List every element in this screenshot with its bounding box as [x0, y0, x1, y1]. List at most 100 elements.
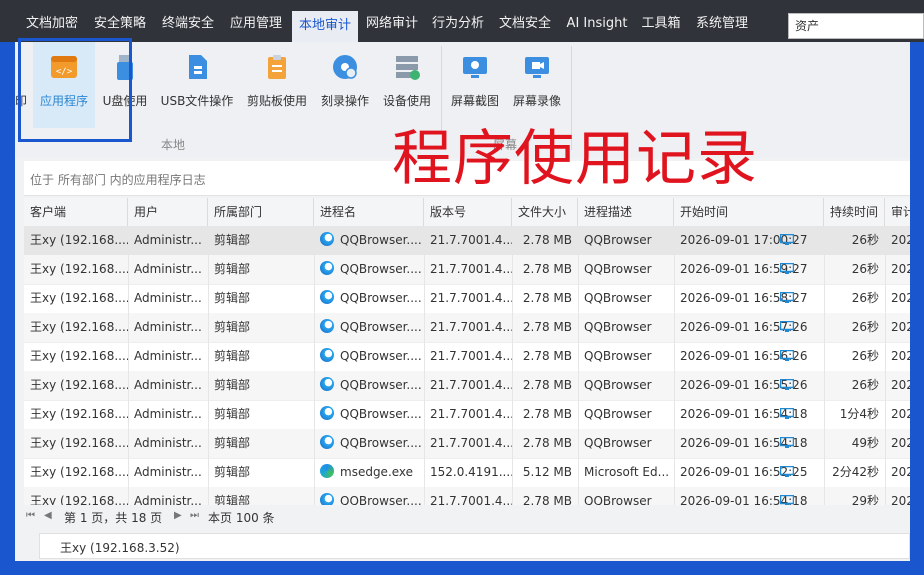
- cell-dur: 2分42秒: [832, 465, 879, 479]
- menu-doc-encrypt[interactable]: 文档加密: [20, 9, 84, 39]
- highlight-box: [18, 38, 132, 142]
- cell-size: 2.78 MB: [522, 291, 572, 305]
- col-divider: [824, 226, 825, 505]
- status-text: 王xy (192.168.3.52): [60, 541, 180, 555]
- cell-ver: 21.7.7001.4...: [430, 262, 512, 276]
- process-name: msedge.exe: [340, 465, 414, 479]
- cell-size: 5.12 MB: [522, 465, 572, 479]
- process-name: QQBrowser....: [340, 291, 422, 305]
- cell-desc: QQBrowser: [584, 349, 652, 363]
- table-row[interactable]: 王xy (192.168.... Administr... 剪辑部 QQBrowser…: [24, 313, 910, 343]
- cell-user: Administr...: [134, 407, 202, 421]
- screen-monitor-icon[interactable]: [780, 466, 794, 477]
- table-row[interactable]: 王xy (192.168.... Administr... 剪辑部 QQBrowser…: [24, 487, 910, 505]
- tool-usb-file-label: USB文件操作: [160, 94, 234, 108]
- tool-screen-record-label: 屏幕录像: [512, 94, 561, 108]
- first-page-icon[interactable]: ⏮: [26, 510, 35, 521]
- menu-doc-security[interactable]: 文档安全: [493, 9, 557, 39]
- cell-start: 2026-09-01 16:52:25: [674, 458, 824, 487]
- screen-monitor-icon[interactable]: [780, 263, 794, 274]
- tool-usb-file[interactable]: USB文件操作: [157, 42, 237, 128]
- cell-dept: 剪辑部: [214, 378, 251, 392]
- cell-audit: 202: [891, 349, 910, 363]
- menu-ai-insight[interactable]: AI Insight: [562, 9, 632, 39]
- screen-monitor-icon[interactable]: [780, 437, 794, 448]
- cell-dur: 49秒: [851, 436, 879, 450]
- cell-start: 2026-09-01 17:00:27: [674, 226, 824, 255]
- col-duration[interactable]: 持续时间: [824, 198, 885, 226]
- col-size[interactable]: 文件大小: [512, 198, 578, 226]
- menu-security-policy[interactable]: 安全策略: [88, 9, 152, 39]
- status-bar: 王xy (192.168.3.52): [39, 533, 910, 559]
- last-page-icon[interactable]: ⏭: [190, 510, 199, 521]
- table-header: 客户端 用户 所属部门 进程名 版本号 文件大小 进程描述 开始时间 持续时间 …: [24, 198, 910, 227]
- col-client[interactable]: 客户端: [24, 198, 128, 226]
- screen-monitor-icon[interactable]: [780, 408, 794, 419]
- log-table: 客户端 用户 所属部门 进程名 版本号 文件大小 进程描述 开始时间 持续时间 …: [24, 198, 910, 505]
- cell-dept: 剪辑部: [214, 407, 251, 421]
- col-start[interactable]: 开始时间: [674, 198, 824, 226]
- col-audit[interactable]: 审计: [885, 198, 910, 226]
- menu-local-audit[interactable]: 本地审计: [292, 11, 358, 42]
- menu-behavior-analysis[interactable]: 行为分析: [426, 9, 490, 39]
- cell-audit: 202: [891, 378, 910, 392]
- cell-size: 2.78 MB: [522, 262, 572, 276]
- menu-toolbox[interactable]: 工具箱: [636, 9, 686, 39]
- cell-proc: QQBrowser....: [314, 313, 424, 342]
- cell-dur: 26秒: [851, 291, 879, 305]
- next-page-icon[interactable]: ▶: [174, 510, 182, 521]
- table-row[interactable]: 王xy (192.168.... Administr... 剪辑部 msedge.ex…: [24, 458, 910, 488]
- screenshot-icon: [463, 57, 487, 78]
- cell-user: Administr...: [134, 465, 202, 479]
- cell-audit: 202: [891, 320, 910, 334]
- device-icon: [396, 56, 420, 80]
- cell-dept: 剪辑部: [214, 320, 251, 334]
- col-dept[interactable]: 所属部门: [208, 198, 314, 226]
- table-row[interactable]: 王xy (192.168.... Administr... 剪辑部 QQBrowser…: [24, 342, 910, 372]
- cell-client: 王xy (192.168....: [30, 436, 128, 450]
- cell-dur: 29秒: [851, 494, 879, 505]
- cell-desc: QQBrowser: [584, 436, 652, 450]
- table-row[interactable]: 王xy (192.168.... Administr... 剪辑部 QQBrowser…: [24, 371, 910, 401]
- menu-system-management[interactable]: 系统管理: [690, 9, 754, 39]
- table-row[interactable]: 王xy (192.168.... Administr... 剪辑部 QQBrowser…: [24, 400, 910, 430]
- col-divider: [578, 226, 579, 505]
- menu-network-audit[interactable]: 网络审计: [360, 9, 424, 39]
- col-user[interactable]: 用户: [128, 198, 208, 226]
- col-divider: [314, 226, 315, 505]
- cell-proc: QQBrowser....: [314, 226, 424, 255]
- col-version[interactable]: 版本号: [424, 198, 512, 226]
- cell-start: 2026-09-01 16:57:26: [674, 313, 824, 342]
- cell-client: 王xy (192.168....: [30, 494, 128, 505]
- screen-monitor-icon[interactable]: [780, 234, 794, 245]
- col-process[interactable]: 进程名: [314, 198, 424, 226]
- menu-app-management[interactable]: 应用管理: [224, 9, 288, 39]
- screen-monitor-icon[interactable]: [780, 495, 794, 505]
- tool-disc-burn[interactable]: 刻录操作: [315, 42, 375, 128]
- cell-desc: QQBrowser: [584, 494, 652, 505]
- cell-ver: 21.7.7001.4...: [430, 349, 512, 363]
- table-row[interactable]: 王xy (192.168.... Administr... 剪辑部 QQBrowser…: [24, 284, 910, 314]
- cell-ver: 21.7.7001.4...: [430, 291, 512, 305]
- cell-user: Administr...: [134, 349, 202, 363]
- screen-monitor-icon[interactable]: [780, 379, 794, 390]
- cell-client: 王xy (192.168....: [30, 465, 128, 479]
- col-desc[interactable]: 进程描述: [578, 198, 674, 226]
- screen-monitor-icon[interactable]: [780, 292, 794, 303]
- table-row[interactable]: 王xy (192.168.... Administr... 剪辑部 QQBrowser…: [24, 255, 910, 285]
- cell-desc: QQBrowser: [584, 233, 652, 247]
- screen-monitor-icon[interactable]: [780, 350, 794, 361]
- cell-ver: 152.0.4191....: [430, 465, 512, 479]
- qq-browser-icon: [320, 406, 334, 420]
- cell-proc: QQBrowser....: [314, 400, 424, 429]
- menu-endpoint-security[interactable]: 终端安全: [156, 9, 220, 39]
- table-row[interactable]: 王xy (192.168.... Administr... 剪辑部 QQBrowser…: [24, 429, 910, 459]
- prev-page-icon[interactable]: ◀: [44, 510, 52, 521]
- tool-clipboard[interactable]: 剪贴板使用: [241, 42, 313, 128]
- cell-start: 2026-09-01 16:54:18: [674, 429, 824, 458]
- screen-monitor-icon[interactable]: [780, 321, 794, 332]
- search-input[interactable]: 资产: [788, 13, 924, 39]
- cell-client: 王xy (192.168....: [30, 349, 128, 363]
- table-row[interactable]: 王xy (192.168.... Administr... 剪辑部 QQBrowser…: [24, 226, 910, 256]
- usb-file-icon: [189, 55, 207, 79]
